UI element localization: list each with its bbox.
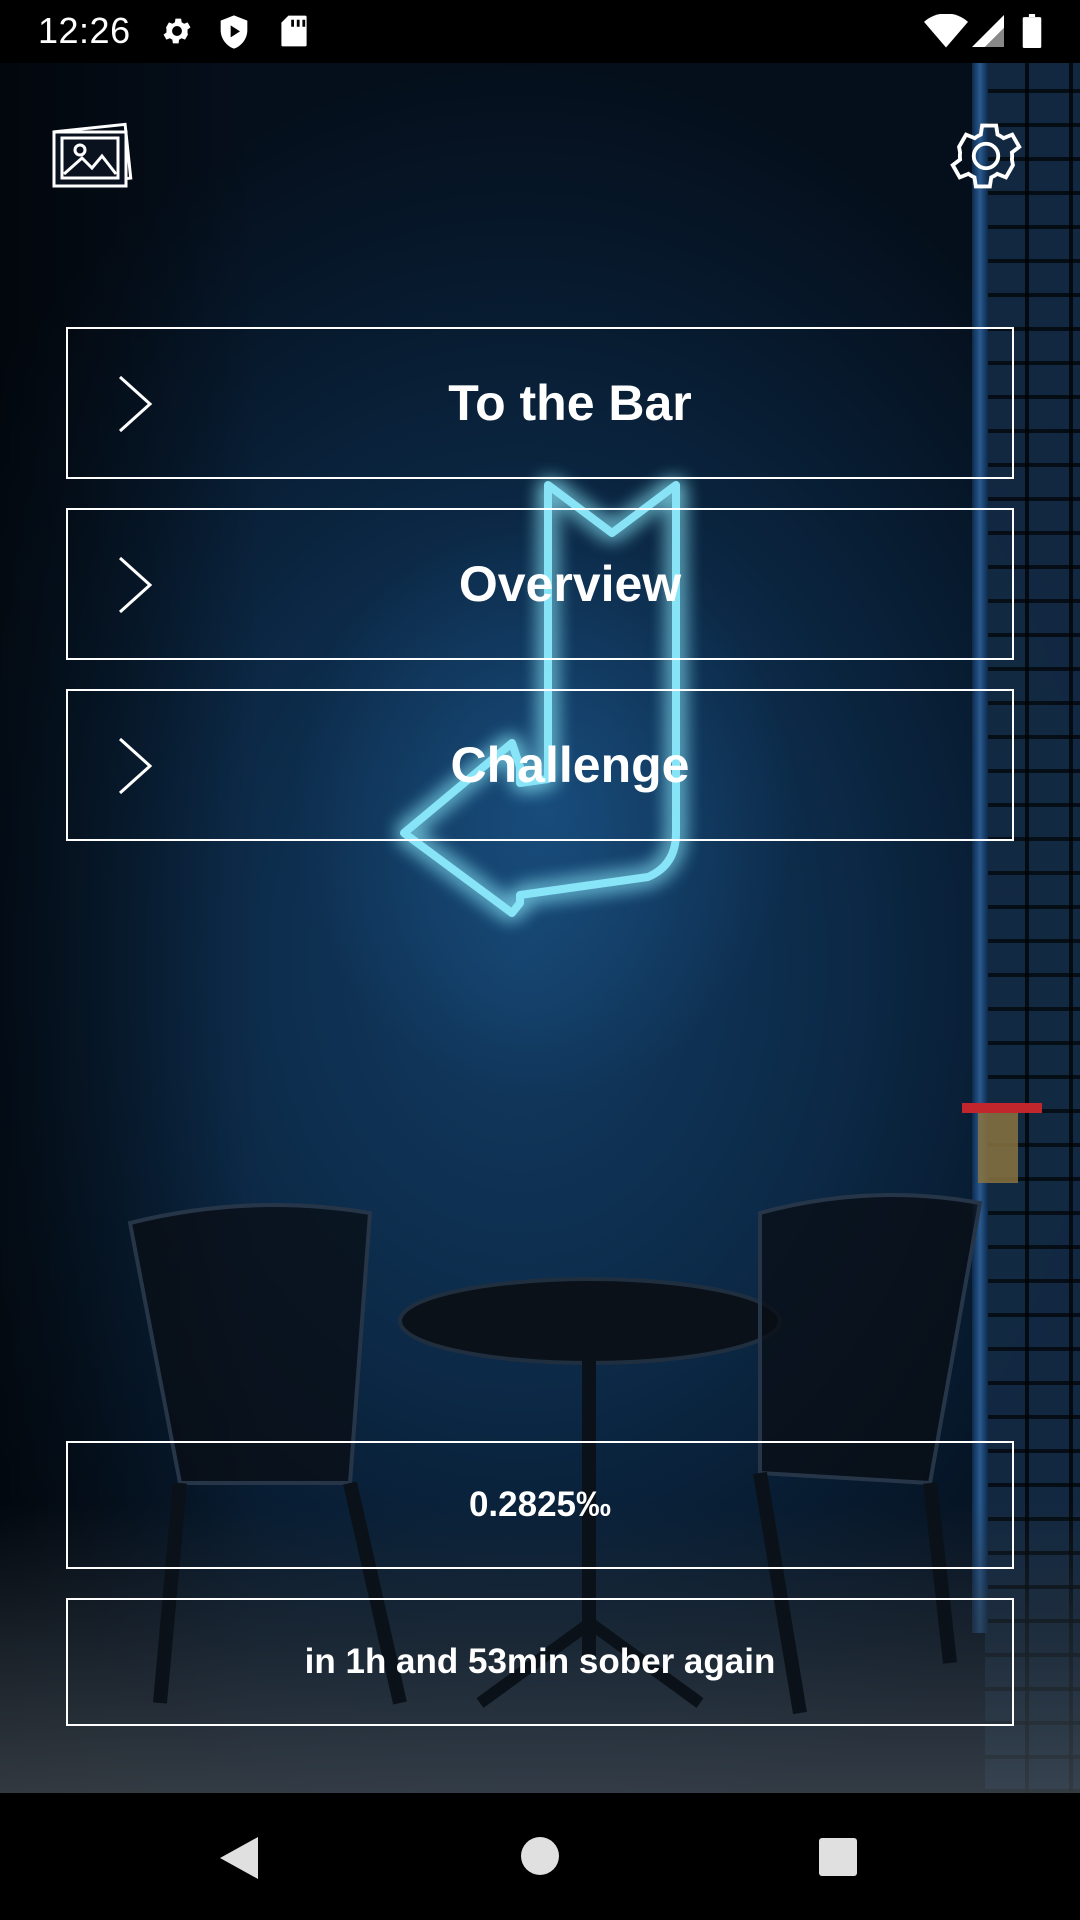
gallery-icon	[52, 122, 133, 188]
wifi-icon	[924, 13, 968, 53]
blood-alcohol-value: 0.2825‰	[468, 1485, 612, 1524]
sober-time-box: in 1h and 53min sober again	[66, 1598, 1014, 1726]
challenge-label: Challenge	[450, 737, 690, 793]
navigation-bar	[0, 1793, 1080, 1920]
challenge-button[interactable]: Challenge	[66, 689, 1014, 841]
home-icon[interactable]	[520, 1836, 560, 1876]
to-the-bar-label: To the Bar	[448, 375, 692, 431]
blood-alcohol-box: 0.2825‰	[66, 1441, 1014, 1569]
back-icon[interactable]	[218, 1835, 260, 1881]
to-the-bar-button[interactable]: To the Bar	[66, 327, 1014, 479]
recents-icon[interactable]	[818, 1837, 858, 1877]
screen: 12:26 To the Bar Overview Challenge 0.28…	[0, 0, 1080, 1920]
battery-icon	[1022, 14, 1042, 53]
status-bar: 12:26	[0, 0, 1080, 63]
overview-button[interactable]: Overview	[66, 508, 1014, 660]
status-time: 12:26	[38, 10, 131, 51]
signal-icon	[972, 14, 1004, 53]
gear-icon	[950, 123, 1022, 189]
settings-button[interactable]	[944, 114, 1028, 198]
gallery-button[interactable]	[50, 118, 134, 190]
overview-label: Overview	[458, 556, 682, 612]
sd-card-icon	[280, 14, 308, 53]
gear-icon	[160, 14, 194, 53]
sober-time-text: in 1h and 53min sober again	[304, 1642, 776, 1681]
shield-play-icon	[218, 14, 250, 55]
